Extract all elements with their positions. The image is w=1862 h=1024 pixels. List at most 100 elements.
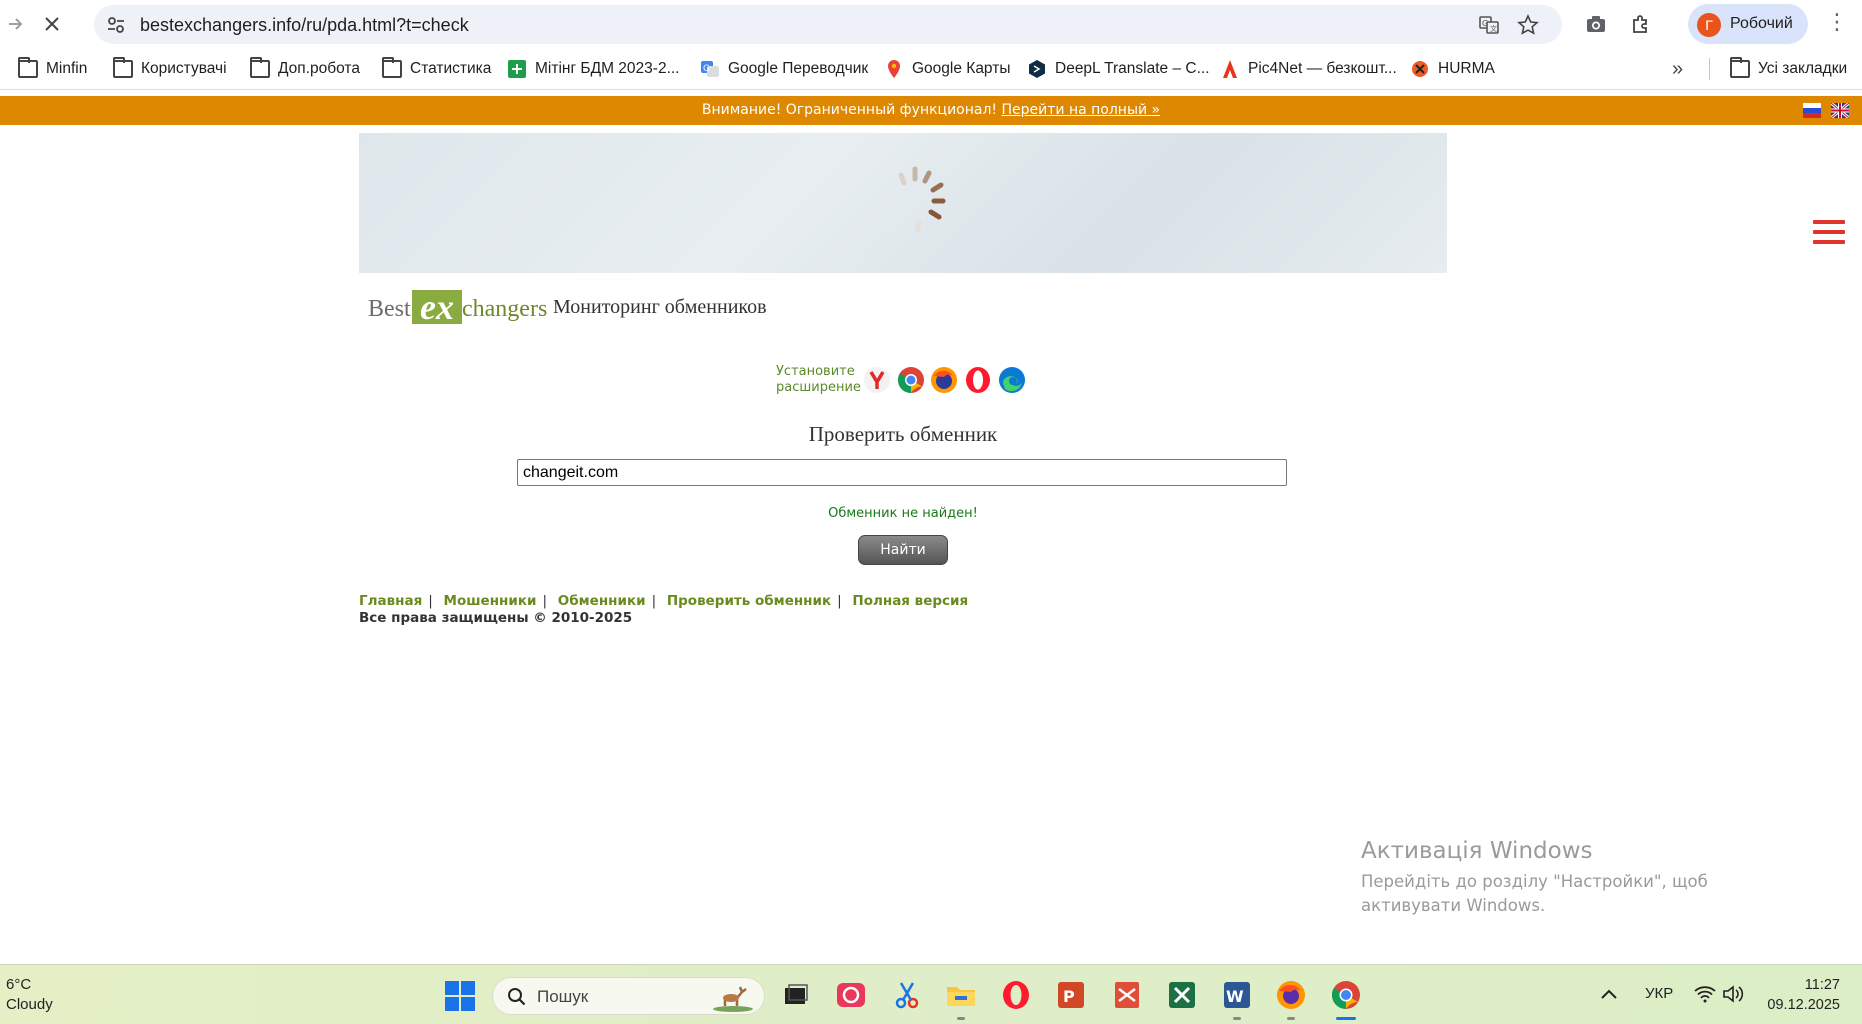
bookmark-label: Статистика — [410, 60, 492, 77]
bookmarks-bar: Minfin Користувачі Доп.робота Статистика… — [0, 48, 1862, 90]
find-button[interactable]: Найти — [858, 535, 948, 565]
arrow-right-icon — [9, 18, 23, 30]
translate-page-icon[interactable]: G文 — [1478, 14, 1500, 36]
activation-text: Перейдіть до розділу "Настройки", щоб ак… — [1361, 872, 1708, 915]
opera-browser-icon[interactable] — [964, 366, 992, 394]
site-settings-icon[interactable] — [106, 15, 126, 35]
forward-button[interactable] — [2, 10, 30, 38]
footer-separator: | — [837, 593, 842, 609]
footer-link-full-version[interactable]: Полная версия — [852, 593, 968, 609]
word-icon[interactable]: W — [1221, 979, 1253, 1011]
hamburger-menu-icon[interactable] — [1813, 220, 1845, 244]
folder-icon — [113, 57, 133, 78]
footer-link-check-exchanger[interactable]: Проверить обменник — [667, 593, 831, 609]
bookmark-statystyka[interactable]: Статистика — [382, 57, 492, 80]
bookmark-google-translate[interactable]: G Google Переводчик — [700, 58, 868, 80]
close-icon — [45, 17, 59, 31]
footer-separator: | — [428, 593, 433, 609]
svg-text:G: G — [703, 64, 710, 74]
svg-text:P: P — [1063, 987, 1075, 1006]
excel-icon[interactable] — [1166, 979, 1198, 1011]
screenshot-camera-icon[interactable] — [1584, 12, 1608, 36]
folder-icon — [1730, 57, 1750, 78]
pdf-tool-icon[interactable] — [1111, 979, 1143, 1011]
system-clock[interactable]: 11:27 09.12.2025 — [1760, 975, 1840, 1015]
search-icon — [508, 988, 526, 1006]
deer-illustration-icon — [713, 986, 753, 1012]
address-bar[interactable]: bestexchangers.info/ru/pda.html?t=check … — [94, 5, 1562, 44]
ad-banner[interactable] — [359, 133, 1447, 273]
bookmark-deepl[interactable]: DeepL Translate – С... — [1027, 58, 1210, 80]
app-running-indicator — [1287, 1017, 1295, 1020]
url-text[interactable]: bestexchangers.info/ru/pda.html?t=check — [140, 15, 469, 36]
file-explorer-icon[interactable] — [945, 979, 977, 1011]
search-placeholder: Пошук — [537, 987, 589, 1006]
more-bookmarks-button[interactable]: » — [1672, 58, 1683, 80]
volume-icon[interactable] — [1722, 985, 1744, 1003]
creative-cloud-icon[interactable] — [835, 979, 867, 1011]
snipping-tool-icon[interactable] — [891, 979, 923, 1011]
edge-browser-icon[interactable] — [998, 366, 1026, 394]
bookmark-minfin[interactable]: Minfin — [18, 57, 88, 80]
extension-line-2: расширение — [776, 380, 861, 395]
footer-link-scammers[interactable]: Мошенники — [444, 593, 537, 609]
check-exchanger-heading: Проверить обменник — [808, 422, 998, 446]
bookmark-label: Minfin — [46, 60, 88, 77]
task-view-icon[interactable] — [780, 979, 812, 1011]
extension-line-1: Установите — [776, 364, 855, 379]
taskbar-search-box[interactable]: Пошук — [492, 977, 765, 1015]
bookmark-korystuvachi[interactable]: Користувачі — [113, 57, 227, 80]
opera-icon[interactable] — [1000, 979, 1032, 1011]
folder-icon — [18, 57, 38, 78]
windows-taskbar: 6°C Cloudy Пошук P W УКР 11:27 09.12.202… — [0, 964, 1862, 1024]
firefox-browser-icon[interactable] — [930, 366, 958, 394]
bestexchangers-logo[interactable]: Best ex changers — [368, 287, 547, 327]
logo-ex-block: ex — [412, 287, 462, 327]
chevron-double-right-icon: » — [1672, 57, 1684, 80]
russian-flag-icon[interactable] — [1803, 103, 1821, 118]
chrome-icon[interactable] — [1330, 979, 1362, 1011]
bookmark-star-icon[interactable] — [1517, 14, 1539, 36]
notice-text: Внимание! Ограниченный функционал! — [701, 102, 998, 118]
limited-functionality-banner: Внимание! Ограниченный функционал! Перей… — [0, 96, 1862, 125]
bookmark-pic4net[interactable]: Pic4Net — безкошт... — [1220, 58, 1397, 80]
translate-icon: G — [701, 61, 719, 77]
svg-text:G: G — [1482, 19, 1488, 28]
stop-loading-button[interactable] — [38, 10, 66, 38]
chrome-browser-icon[interactable] — [897, 366, 925, 394]
bookmark-dop-robota[interactable]: Доп.робота — [250, 57, 360, 80]
site-subtitle: Мониторинг обменников — [553, 296, 767, 318]
browser-menu-icon[interactable]: ⋮ — [1826, 12, 1848, 36]
yandex-browser-icon[interactable] — [863, 366, 891, 394]
exchanger-search-input[interactable] — [517, 459, 1287, 486]
bookmark-miting-bdm[interactable]: Мітінг БДМ 2023-2... — [507, 58, 680, 80]
start-button[interactable] — [445, 981, 475, 1011]
pic4net-icon — [1223, 60, 1237, 78]
firefox-icon[interactable] — [1275, 979, 1307, 1011]
bookmark-hurma[interactable]: HURMA — [1410, 58, 1495, 80]
hurma-icon — [1412, 61, 1428, 77]
chevron-up-icon[interactable] — [1600, 987, 1618, 1001]
bookmark-google-maps[interactable]: Google Карты — [884, 58, 1010, 80]
avatar: Г — [1697, 13, 1721, 37]
wifi-icon[interactable] — [1694, 985, 1716, 1003]
powerpoint-icon[interactable]: P — [1055, 979, 1087, 1011]
english-flag-icon[interactable] — [1831, 103, 1849, 118]
bookmarks-divider — [1709, 58, 1710, 80]
bookmark-all-bookmarks[interactable]: Усі закладки — [1730, 57, 1847, 80]
maps-icon — [888, 60, 900, 78]
extensions-puzzle-icon[interactable] — [1629, 12, 1653, 36]
deepl-icon — [1029, 60, 1045, 78]
footer-link-home[interactable]: Главная — [359, 593, 422, 609]
full-version-link[interactable]: Перейти на полный » — [1002, 102, 1161, 118]
profile-name: Робочий — [1730, 15, 1793, 32]
footer-nav: Главная | Мошенники | Обменники | Проверить… — [359, 593, 968, 609]
profile-button[interactable]: Г Робочий — [1688, 4, 1808, 44]
svg-text:W: W — [1226, 987, 1244, 1006]
weather-widget[interactable]: 6°C Cloudy — [6, 975, 53, 1015]
bookmark-label: Pic4Net — безкошт... — [1248, 60, 1397, 77]
keyboard-language[interactable]: УКР — [1645, 985, 1673, 1002]
bookmark-label: Користувачі — [141, 60, 227, 77]
footer-link-exchangers[interactable]: Обменники — [558, 593, 646, 609]
activation-title: Активація Windows — [1361, 838, 1593, 864]
